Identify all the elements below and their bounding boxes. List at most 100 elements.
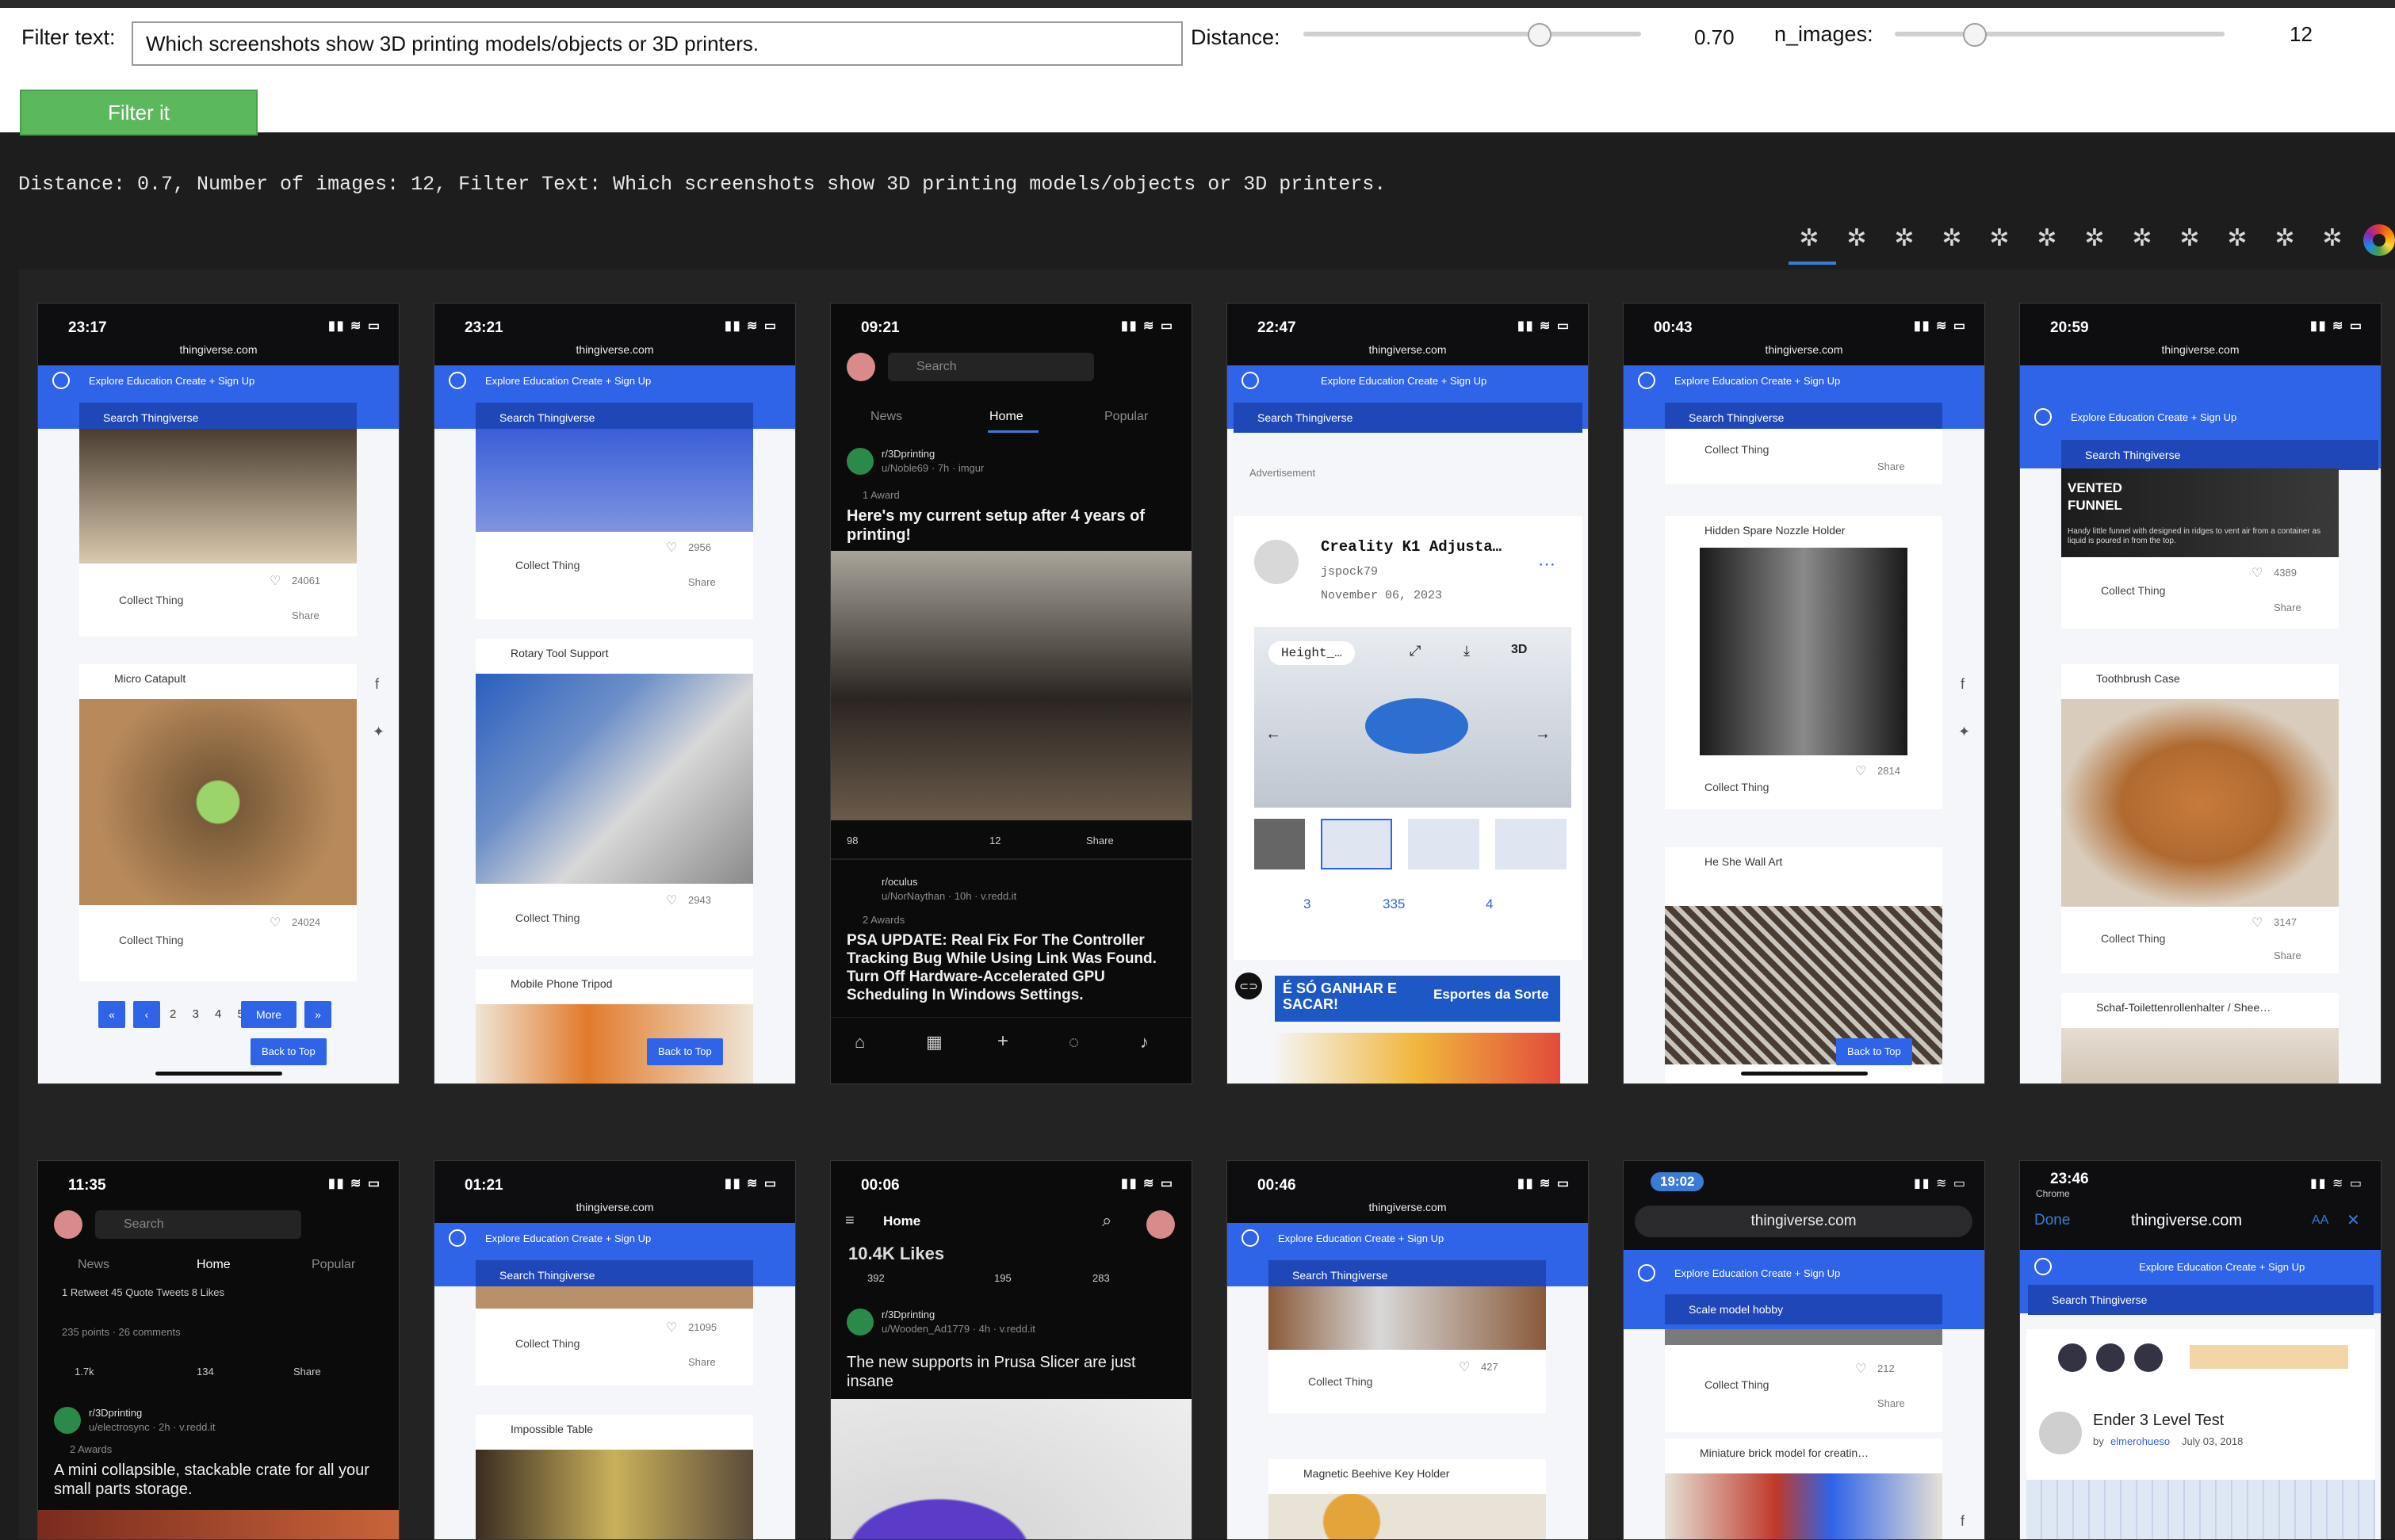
share-button[interactable]: Share xyxy=(2274,602,2301,613)
nav-links[interactable]: Explore Education Create + Sign Up xyxy=(485,1232,651,1244)
thing-card[interactable]: Collect Thing ♡ 427 xyxy=(1268,1286,1546,1413)
back-to-top-button[interactable]: Back to Top xyxy=(647,1038,723,1065)
result-screenshot-12[interactable]: 23:46 Chrome ▮▮ ≋ ▭ Done thingiverse.com… xyxy=(2019,1160,2382,1540)
avatar[interactable] xyxy=(1146,1210,1175,1239)
share-button[interactable]: Share xyxy=(293,1366,321,1378)
result-screenshot-2[interactable]: 23:21 ▮▮ ≋ ▭ thingiverse.com Explore Educ… xyxy=(434,303,796,1084)
search-input[interactable]: Search xyxy=(888,353,1094,381)
loading-spinner-icon[interactable]: ✲ xyxy=(2221,223,2253,254)
page-numbers[interactable]: 2 3 4 5 xyxy=(170,1001,251,1028)
like-count[interactable]: 335 xyxy=(1383,896,1405,912)
share-button[interactable]: Share xyxy=(1877,1397,1905,1409)
share-count[interactable]: 283 xyxy=(1092,1272,1110,1284)
result-screenshot-4[interactable]: 22:47 ▮▮ ≋ ▭ thingiverse.com Explore Educ… xyxy=(1226,303,1589,1084)
grid-icon[interactable]: ▦ xyxy=(926,1032,943,1053)
collect-thing-button[interactable]: Collect Thing xyxy=(515,911,580,924)
thing-title[interactable]: Schaf-Toilettenrollenhalter / Shee… xyxy=(2096,1001,2271,1014)
result-screenshot-11[interactable]: 19:02 ▮▮ ≋ ▭ thingiverse.com Explore Edu… xyxy=(1623,1160,1985,1540)
distance-slider[interactable] xyxy=(1303,32,1641,36)
nav-links[interactable]: Explore Education Create + Sign Up xyxy=(1674,1267,1840,1279)
loading-spinner-icon[interactable]: ✲ xyxy=(2174,223,2206,254)
last-page-button[interactable]: » xyxy=(304,1001,331,1028)
heart-icon[interactable]: ♡ xyxy=(1855,1361,1866,1377)
expand-icon[interactable]: ⤢ xyxy=(1410,643,1421,659)
collect-thing-button[interactable]: Collect Thing xyxy=(515,1337,580,1350)
loading-spinner-icon[interactable]: ✲ xyxy=(2079,223,2110,254)
thing-card[interactable]: Micro Catapult ♡ 24024 Collect Thing xyxy=(79,664,357,981)
loading-spinner-icon[interactable]: ✲ xyxy=(1888,223,1920,254)
result-screenshot-8[interactable]: 01:21 ▮▮ ≋ ▭ thingiverse.com Explore Educ… xyxy=(434,1160,796,1540)
twitter-icon[interactable]: ✦ xyxy=(373,724,385,740)
subreddit-name[interactable]: r/oculus xyxy=(882,876,918,888)
loading-spinner-icon[interactable]: ✲ xyxy=(2126,223,2158,254)
tab-popular[interactable]: Popular xyxy=(1104,410,1148,424)
result-screenshot-3[interactable]: 09:21 ▮▮ ≋ ▭ Search News Home Popular r/3… xyxy=(830,303,1192,1084)
thing-card[interactable]: ♡ 24061 Collect Thing Share xyxy=(79,429,357,636)
thumbnail[interactable] xyxy=(1321,819,1392,869)
ad-banner[interactable]: É SÓ GANHAR E SACAR! Esportes da Sorte xyxy=(1275,976,1560,1022)
nav-links[interactable]: Explore Education Create + Sign Up xyxy=(1674,375,1840,387)
share-button[interactable]: Share xyxy=(292,610,319,621)
collect-thing-button[interactable]: Collect Thing xyxy=(2101,932,2165,945)
search-icon[interactable]: ⌕ xyxy=(1102,1210,1111,1231)
thing-title[interactable]: Mobile Phone Tripod xyxy=(511,977,612,990)
loading-spinner-icon[interactable]: ✲ xyxy=(2317,223,2348,254)
reader-mode-button[interactable]: AA xyxy=(2312,1213,2328,1228)
loading-spinner-icon[interactable]: ✲ xyxy=(1984,223,2015,254)
back-to-top-button[interactable]: Back to Top xyxy=(251,1038,327,1065)
n-images-slider[interactable] xyxy=(1895,32,2225,36)
link-icon[interactable]: ⊂⊃ xyxy=(1235,973,1262,999)
facebook-icon[interactable]: f xyxy=(1961,676,1965,693)
post-title[interactable]: The new supports in Prusa Slicer are jus… xyxy=(847,1353,1176,1391)
result-screenshot-6[interactable]: 20:59 ▮▮ ≋ ▭ thingiverse.com Explore Educ… xyxy=(2019,303,2382,1084)
heart-icon[interactable]: ♡ xyxy=(2252,915,2263,930)
thing-title[interactable]: Impossible Table xyxy=(511,1423,593,1435)
collect-thing-button[interactable]: Collect Thing xyxy=(119,934,183,946)
thing-author[interactable]: jspock79 xyxy=(1321,565,1378,579)
heart-icon[interactable]: ♡ xyxy=(270,915,281,930)
menu-icon[interactable]: ≡ xyxy=(845,1212,855,1230)
plus-icon[interactable]: + xyxy=(997,1030,1008,1053)
thing-card[interactable]: Mobile Phone Tripod xyxy=(476,969,753,1083)
thumbnail[interactable] xyxy=(1495,819,1567,869)
thing-card[interactable]: Toothbrush Case ♡ 3147 Collect Thing Sha… xyxy=(2061,664,2339,973)
loading-spinner-icon[interactable]: ✲ xyxy=(1793,223,1825,254)
view-3d-icon[interactable]: 3D xyxy=(1511,643,1527,657)
tab-popular[interactable]: Popular xyxy=(312,1258,355,1272)
thing-title[interactable]: Toothbrush Case xyxy=(2096,672,2180,685)
tab-home[interactable]: Home xyxy=(197,1258,231,1272)
result-screenshot-1[interactable]: 23:17 ▮▮ ≋ ▭ thingiverse.com Explore Educ… xyxy=(37,303,400,1084)
back-to-app[interactable]: Chrome xyxy=(2036,1188,2070,1199)
url-bar[interactable]: thingiverse.com xyxy=(1635,1206,1972,1237)
thing-card[interactable]: Impossible Table xyxy=(476,1415,753,1539)
post-title[interactable]: Here's my current setup after 4 years of… xyxy=(847,506,1172,545)
thing-card[interactable]: Collect Thing ♡ 21095 Share xyxy=(476,1286,753,1385)
nav-links[interactable]: Explore Education Create + Sign Up xyxy=(1278,1232,1444,1244)
thing-card[interactable]: VENTED FUNNEL Handy little funnel with d… xyxy=(2061,468,2339,629)
n-images-slider-thumb[interactable] xyxy=(1963,23,1987,47)
thing-detail-card[interactable]: Ender 3 Level Test by elmerohueso July 0… xyxy=(2026,1329,2375,1539)
thing-card[interactable]: Hidden Spare Nozzle Holder ♡ 2814 Collec… xyxy=(1665,516,1942,809)
nav-links[interactable]: Explore Education Create + Sign Up xyxy=(89,375,254,387)
filter-text-input[interactable] xyxy=(132,21,1183,66)
heart-icon[interactable]: ♡ xyxy=(270,573,281,589)
result-screenshot-5[interactable]: 00:43 ▮▮ ≋ ▭ thingiverse.com Explore Educ… xyxy=(1623,303,1985,1084)
share-button[interactable]: Share xyxy=(1877,460,1905,472)
thing-title[interactable]: Miniature brick model for creatin… xyxy=(1700,1446,1869,1459)
collect-thing-button[interactable]: Collect Thing xyxy=(1704,1378,1769,1391)
ad-banner[interactable] xyxy=(1275,1033,1560,1083)
thing-author[interactable]: elmerohueso xyxy=(2110,1435,2170,1447)
heart-icon[interactable]: ♡ xyxy=(666,1320,677,1336)
comment-count[interactable]: 195 xyxy=(994,1272,1012,1284)
loading-spinner-icon[interactable]: ✲ xyxy=(2269,223,2301,254)
nav-links[interactable]: Explore Education Create + Sign Up xyxy=(1321,375,1486,387)
share-button[interactable]: Share xyxy=(2274,950,2301,961)
collect-thing-button[interactable]: Collect Thing xyxy=(1308,1375,1372,1388)
thing-card[interactable]: Rotary Tool Support ♡ 2943 Collect Thing xyxy=(476,639,753,956)
search-input[interactable]: Search Thingiverse xyxy=(1234,403,1582,433)
facebook-icon[interactable]: f xyxy=(375,676,379,693)
heart-icon[interactable]: ♡ xyxy=(2252,565,2263,581)
share-button[interactable]: Share xyxy=(688,1356,716,1368)
download-icon[interactable]: ⤓ xyxy=(1463,643,1470,659)
thing-title[interactable]: Micro Catapult xyxy=(114,672,186,685)
